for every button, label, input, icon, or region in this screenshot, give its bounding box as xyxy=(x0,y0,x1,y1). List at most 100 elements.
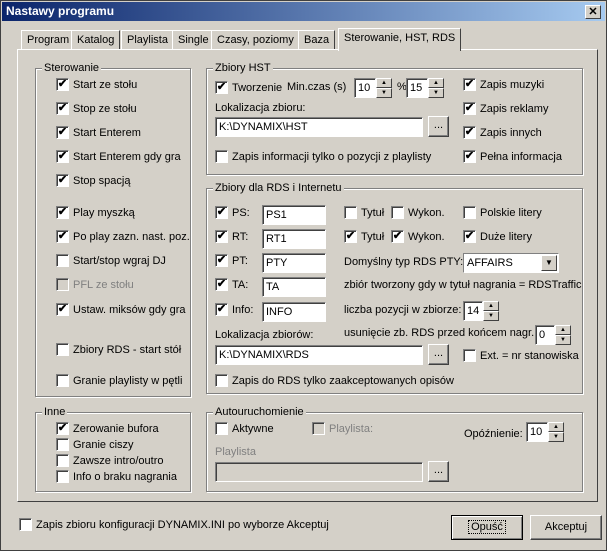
checkbox[interactable] xyxy=(56,374,69,387)
cb-info[interactable]: ✔ Info: xyxy=(215,303,253,316)
cb-tworzenie[interactable]: ✔ Tworzenie xyxy=(215,81,282,94)
tab-katalog[interactable]: Katalog xyxy=(71,30,121,50)
checkbox[interactable] xyxy=(215,374,228,387)
down-arrow-icon[interactable]: ▼ xyxy=(555,335,571,345)
cb-duze-litery[interactable]: ✔ Duże litery xyxy=(463,230,532,243)
cb-rt[interactable]: ✔ RT: xyxy=(215,230,248,243)
cb-start-enterem[interactable]: ✔ Start Enterem xyxy=(56,126,141,139)
cb-tytul-2[interactable]: ✔ Tytuł xyxy=(344,230,384,243)
checkbox[interactable]: ✔ xyxy=(215,206,228,219)
checkbox[interactable] xyxy=(463,206,476,219)
checkbox[interactable]: ✔ xyxy=(56,303,69,316)
liczba-spinner[interactable]: ▲ ▼ xyxy=(483,301,499,321)
checkbox[interactable]: ✔ xyxy=(56,102,69,115)
cb-wykon-2[interactable]: ✔ Wykon. xyxy=(391,230,445,243)
cb-zawsze-intro[interactable]: Zawsze intro/outro xyxy=(56,454,163,467)
cb-tytul-1[interactable]: Tytuł xyxy=(344,206,384,219)
cb-info-o-braku[interactable]: Info o braku nagrania xyxy=(56,470,177,483)
cb-granie-ciszy[interactable]: Granie ciszy xyxy=(56,438,134,451)
hst-path-input[interactable]: K:\DYNAMIX\HST xyxy=(215,117,423,137)
checkbox[interactable]: ✔ xyxy=(56,206,69,219)
checkbox[interactable]: ✔ xyxy=(215,230,228,243)
checkbox[interactable]: ✔ xyxy=(463,126,476,139)
cb-ta[interactable]: ✔ TA: xyxy=(215,278,248,291)
checkbox[interactable] xyxy=(215,150,228,163)
down-arrow-icon[interactable]: ▼ xyxy=(548,432,564,442)
percent-spinner[interactable]: ▲ ▼ xyxy=(428,78,444,98)
cb-zapis-muzyki[interactable]: ✔ Zapis muzyki xyxy=(463,78,544,91)
usuniecie-input[interactable]: 0 xyxy=(535,325,555,345)
cb-ustaw-miksow[interactable]: ✔ Ustaw. miksów gdy gra xyxy=(56,303,185,316)
checkbox[interactable]: ✔ xyxy=(215,303,228,316)
min-czas-input[interactable]: 10 xyxy=(354,78,376,98)
cb-po-play[interactable]: ✔ Po play zazn. nast. poz. xyxy=(56,230,190,243)
cb-zapis-konfiguracji[interactable]: Zapis zbioru konfiguracji DYNAMIX.INI po… xyxy=(19,518,329,531)
checkbox[interactable]: ✔ xyxy=(463,150,476,163)
opoznienie-input[interactable]: 10 xyxy=(526,422,548,442)
checkbox[interactable]: ✔ xyxy=(56,230,69,243)
cb-polskie-litery[interactable]: Polskie litery xyxy=(463,206,542,219)
cb-ext-nr-stanowiska[interactable]: Ext. = nr stanowiska xyxy=(463,349,579,362)
percent-input[interactable]: 15 xyxy=(406,78,428,98)
up-arrow-icon[interactable]: ▲ xyxy=(428,78,444,88)
down-arrow-icon[interactable]: ▼ xyxy=(428,88,444,98)
down-arrow-icon[interactable]: ▼ xyxy=(483,311,499,321)
cancel-button[interactable]: Opuść xyxy=(451,515,523,540)
tab-czasy-poziomy[interactable]: Czasy, poziomy xyxy=(211,30,300,50)
cb-granie-playlisty[interactable]: Granie playlisty w pętli xyxy=(56,374,182,387)
checkbox[interactable] xyxy=(56,254,69,267)
rt-input[interactable]: RT1 xyxy=(262,229,326,249)
cb-start-stop-dj[interactable]: Start/stop wgraj DJ xyxy=(56,254,166,267)
checkbox[interactable]: ✔ xyxy=(56,174,69,187)
checkbox[interactable] xyxy=(19,518,32,531)
ps-input[interactable]: PS1 xyxy=(262,205,326,225)
ta-input[interactable]: TA xyxy=(262,277,326,297)
tab-sterowanie-hst-rds[interactable]: Sterowanie, HST, RDS xyxy=(338,28,462,51)
pty-select[interactable]: AFFAIRS ▼ xyxy=(463,253,559,273)
cb-wykon-1[interactable]: Wykon. xyxy=(391,206,445,219)
checkbox[interactable] xyxy=(215,422,228,435)
cb-zapis-reklamy[interactable]: ✔ Zapis reklamy xyxy=(463,102,548,115)
checkbox[interactable]: ✔ xyxy=(56,78,69,91)
accept-button[interactable]: Akceptuj xyxy=(530,515,602,540)
checkbox[interactable] xyxy=(344,206,357,219)
cb-start-enterem-gdy-gra[interactable]: ✔ Start Enterem gdy gra xyxy=(56,150,181,163)
checkbox[interactable]: ✔ xyxy=(215,278,228,291)
cb-stop-ze-stolu[interactable]: ✔ Stop ze stołu xyxy=(56,102,137,115)
checkbox[interactable]: ✔ xyxy=(56,126,69,139)
down-arrow-icon[interactable]: ▼ xyxy=(376,88,392,98)
tab-single[interactable]: Single xyxy=(172,30,215,50)
cb-pt[interactable]: ✔ PT: xyxy=(215,254,248,267)
close-button[interactable]: ✕ xyxy=(585,5,601,19)
checkbox[interactable] xyxy=(391,206,404,219)
up-arrow-icon[interactable]: ▲ xyxy=(555,325,571,335)
checkbox[interactable] xyxy=(463,349,476,362)
hst-browse-button[interactable]: ... xyxy=(428,116,449,137)
cb-zapis-informacji[interactable]: Zapis informacji tylko o pozycji z playl… xyxy=(215,150,431,163)
cb-start-ze-stolu[interactable]: ✔ Start ze stołu xyxy=(56,78,137,91)
up-arrow-icon[interactable]: ▲ xyxy=(376,78,392,88)
checkbox[interactable]: ✔ xyxy=(463,78,476,91)
playlista-browse-button[interactable]: ... xyxy=(428,461,449,482)
cb-zapis-do-rds[interactable]: Zapis do RDS tylko zaakceptowanych opisó… xyxy=(215,374,454,387)
cb-ps[interactable]: ✔ PS: xyxy=(215,206,250,219)
cb-pelna-informacja[interactable]: ✔ Pełna informacja xyxy=(463,150,562,163)
cb-zapis-innych[interactable]: ✔ Zapis innych xyxy=(463,126,542,139)
min-czas-spinner[interactable]: ▲ ▼ xyxy=(376,78,392,98)
tab-playlista[interactable]: Playlista xyxy=(121,30,174,50)
checkbox[interactable]: ✔ xyxy=(56,150,69,163)
rds-path-input[interactable]: K:\DYNAMIX\RDS xyxy=(215,345,423,365)
cb-zbiory-rds-start[interactable]: Zbiory RDS - start stół xyxy=(56,343,181,356)
cb-aktywne[interactable]: Aktywne xyxy=(215,422,274,435)
tab-baza[interactable]: Baza xyxy=(298,30,336,50)
up-arrow-icon[interactable]: ▲ xyxy=(548,422,564,432)
checkbox[interactable]: ✔ xyxy=(56,422,69,435)
checkbox[interactable] xyxy=(56,454,69,467)
checkbox[interactable] xyxy=(56,438,69,451)
info-input[interactable]: INFO xyxy=(262,302,326,322)
cb-play-myszka[interactable]: ✔ Play myszką xyxy=(56,206,135,219)
checkbox[interactable]: ✔ xyxy=(463,230,476,243)
rds-browse-button[interactable]: ... xyxy=(428,344,449,365)
cb-stop-spacja[interactable]: ✔ Stop spacją xyxy=(56,174,130,187)
usuniecie-spinner[interactable]: ▲ ▼ xyxy=(555,325,571,345)
